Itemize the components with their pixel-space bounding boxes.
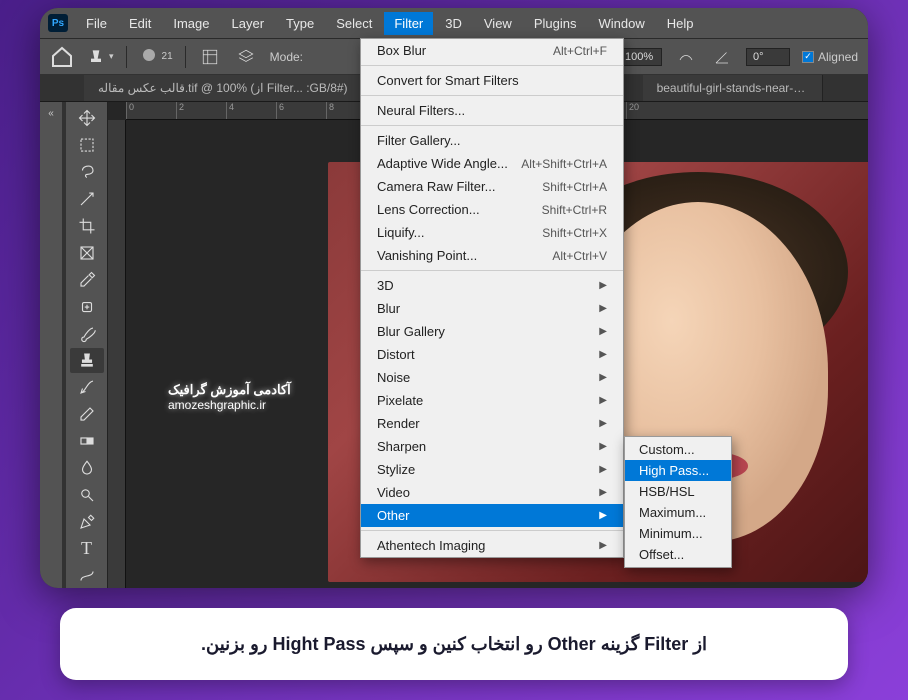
menu-blur-sub[interactable]: Blur▶ [361,297,623,320]
crop-tool-icon[interactable] [70,214,104,239]
menu-help[interactable]: Help [657,12,704,35]
menu-athentech-sub[interactable]: Athentech Imaging▶ [361,534,623,557]
submenu-maximum[interactable]: Maximum... [625,502,731,523]
healing-tool-icon[interactable] [70,294,104,319]
menu-other-sub[interactable]: Other▶ [361,504,623,527]
toolbox: T [66,102,108,588]
lasso-tool-icon[interactable] [70,160,104,185]
pen-tool-icon[interactable] [70,509,104,534]
blur-tool-icon[interactable] [70,456,104,481]
move-tool-icon[interactable] [70,106,104,131]
menu-edit[interactable]: Edit [119,12,161,35]
submenu-hsb-hsl[interactable]: HSB/HSL [625,481,731,502]
menu-file[interactable]: File [76,12,117,35]
menu-3d[interactable]: 3D [435,12,472,35]
layers-icon[interactable] [234,45,258,69]
eraser-tool-icon[interactable] [70,402,104,427]
caption-text: از Filter گزینه Other رو انتخاب کنین و س… [201,634,707,655]
marquee-tool-icon[interactable] [70,133,104,158]
submenu-minimum[interactable]: Minimum... [625,523,731,544]
path-tool-icon[interactable] [70,563,104,588]
brush-panel-icon[interactable] [198,45,222,69]
aligned-checkbox[interactable]: ✓Aligned [802,50,858,64]
dodge-tool-icon[interactable] [70,482,104,507]
menu-noise-sub[interactable]: Noise▶ [361,366,623,389]
menu-sharpen-sub[interactable]: Sharpen▶ [361,435,623,458]
menu-adaptive-wide[interactable]: Adaptive Wide Angle...Alt+Shift+Ctrl+A [361,152,623,175]
menu-type[interactable]: Type [276,12,324,35]
menu-render-sub[interactable]: Render▶ [361,412,623,435]
angle-field[interactable]: 0° [746,48,790,66]
airbrush-icon[interactable] [674,45,698,69]
menu-camera-raw[interactable]: Camera Raw Filter...Shift+Ctrl+A [361,175,623,198]
menu-3d-sub[interactable]: 3D▶ [361,274,623,297]
photoshop-window: Ps File Edit Image Layer Type Select Fil… [40,8,868,588]
submenu-offset[interactable]: Offset... [625,544,731,565]
mode-label: Mode: [270,50,303,64]
flow-field[interactable]: 100% [618,48,662,66]
photoshop-logo-icon: Ps [48,14,68,32]
instruction-caption: از Filter گزینه Other رو انتخاب کنین و س… [60,608,848,680]
frame-tool-icon[interactable] [70,240,104,265]
menu-blur-gallery-sub[interactable]: Blur Gallery▶ [361,320,623,343]
other-submenu: Custom... High Pass... HSB/HSL Maximum..… [624,436,732,568]
filter-dropdown-menu: Box BlurAlt+Ctrl+F Convert for Smart Fil… [360,38,624,558]
type-tool-icon[interactable]: T [70,536,104,561]
menu-plugins[interactable]: Plugins [524,12,587,35]
menu-liquify[interactable]: Liquify...Shift+Ctrl+X [361,221,623,244]
home-icon[interactable] [50,45,74,69]
menubar: Ps File Edit Image Layer Type Select Fil… [40,8,868,38]
menu-view[interactable]: View [474,12,522,35]
stamp-tool-icon[interactable] [70,348,104,373]
brush-preset[interactable]: 21 [139,47,173,67]
brush-tool-icon[interactable] [70,321,104,346]
menu-lens-correction[interactable]: Lens Correction...Shift+Ctrl+R [361,198,623,221]
document-tab-1[interactable]: قالب عکس مقاله.tif @ 100% (از Filter... … [84,75,363,101]
menu-pixelate-sub[interactable]: Pixelate▶ [361,389,623,412]
menu-distort-sub[interactable]: Distort▶ [361,343,623,366]
stamp-preset-icon[interactable]: ▾ [86,47,114,67]
menu-filter-gallery[interactable]: Filter Gallery... [361,129,623,152]
menu-vanishing-point[interactable]: Vanishing Point...Alt+Ctrl+V [361,244,623,267]
eyedropper-tool-icon[interactable] [70,267,104,292]
menu-video-sub[interactable]: Video▶ [361,481,623,504]
menu-layer[interactable]: Layer [222,12,275,35]
menu-convert-smart[interactable]: Convert for Smart Filters [361,69,623,92]
submenu-custom[interactable]: Custom... [625,439,731,460]
angle-icon[interactable] [710,45,734,69]
menu-filter[interactable]: Filter [384,12,433,35]
ruler-vertical [108,120,126,588]
collapse-icon[interactable]: « [42,108,60,119]
menu-neural-filters[interactable]: Neural Filters... [361,99,623,122]
wand-tool-icon[interactable] [70,187,104,212]
document-tab-2[interactable]: beautiful-girl-stands-near-wa [643,75,823,101]
menu-image[interactable]: Image [163,12,219,35]
history-brush-icon[interactable] [70,375,104,400]
watermark: آکادمی آموزش گرافیک amozeshgraphic.ir [168,382,291,412]
collapse-strip: « [40,102,62,588]
menu-select[interactable]: Select [326,12,382,35]
submenu-high-pass[interactable]: High Pass... [625,460,731,481]
menu-window[interactable]: Window [588,12,654,35]
menu-stylize-sub[interactable]: Stylize▶ [361,458,623,481]
gradient-tool-icon[interactable] [70,429,104,454]
menu-box-blur[interactable]: Box BlurAlt+Ctrl+F [361,39,623,62]
